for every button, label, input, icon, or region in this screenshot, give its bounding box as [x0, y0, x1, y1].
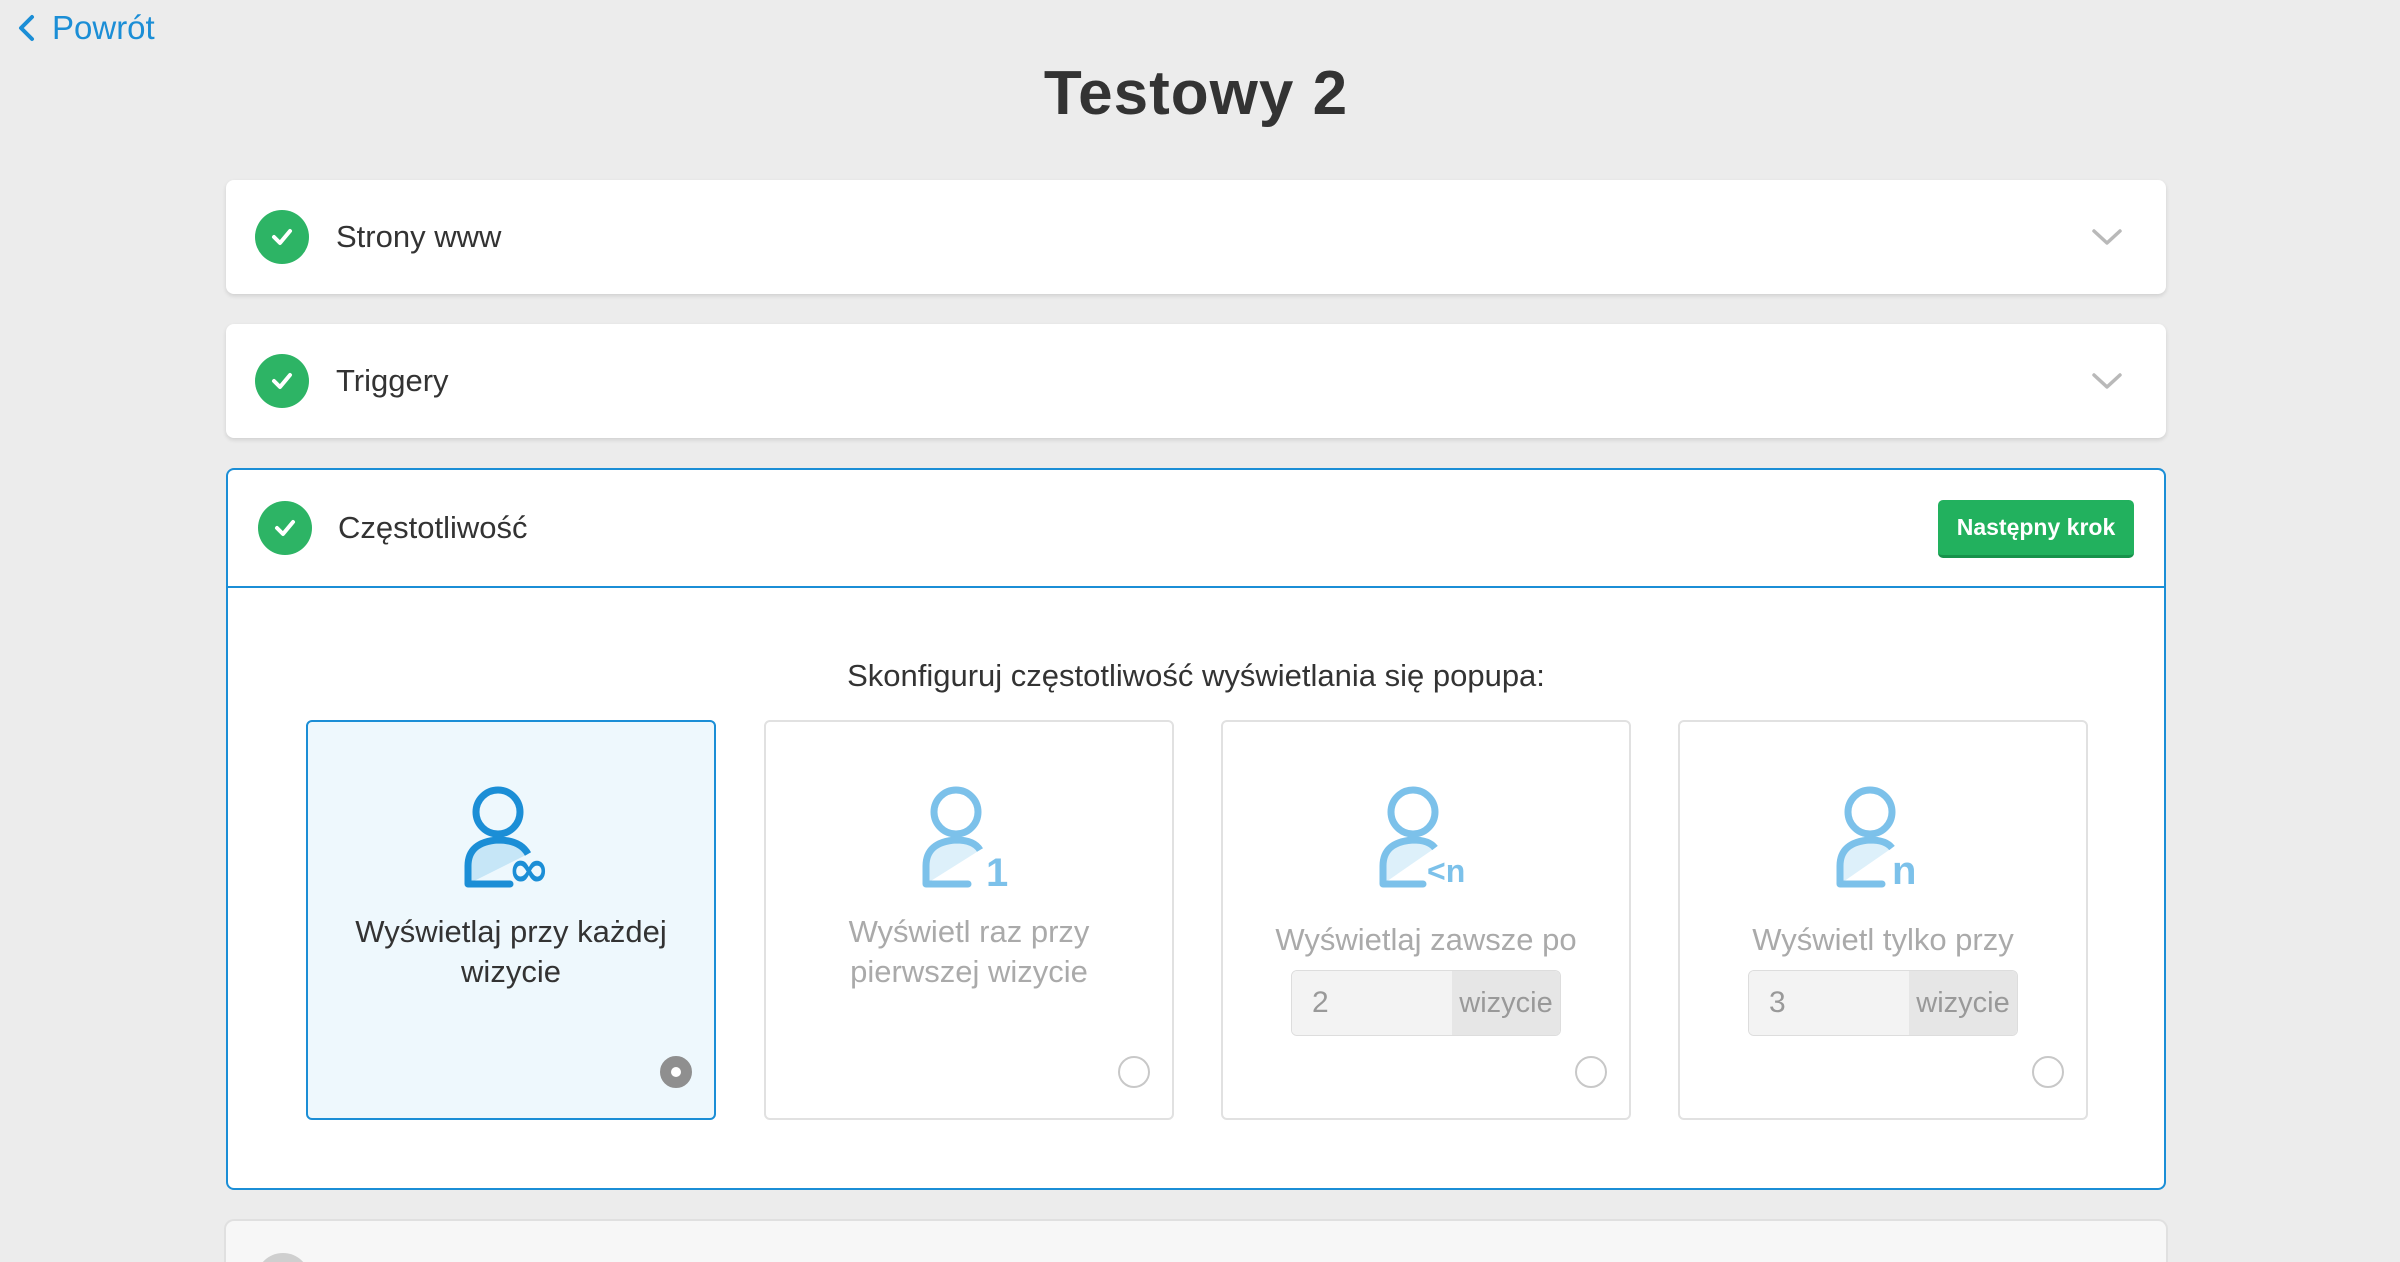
chevron-left-icon: [19, 15, 34, 41]
option-first-visit[interactable]: 1 Wyświetl raz przy pierwszej wizycie: [764, 720, 1174, 1120]
section-websites[interactable]: Strony www: [226, 180, 2166, 294]
section-triggers[interactable]: Triggery: [226, 324, 2166, 438]
section-frequency: Częstotliwość Następny krok Skonfiguruj …: [226, 468, 2166, 1190]
option-always-after[interactable]: <n Wyświetlaj zawsze po wizycie: [1221, 720, 1631, 1120]
section-header: Częstotliwość Następny krok: [228, 470, 2164, 588]
next-step-button[interactable]: Następny krok: [1938, 500, 2134, 558]
svg-text:1: 1: [986, 851, 1008, 894]
page-title: Testowy 2: [1043, 59, 1349, 128]
section-header[interactable]: Triggery: [226, 324, 2166, 438]
visit-number-input[interactable]: [1292, 971, 1452, 1035]
svg-text:∞: ∞: [508, 840, 550, 894]
back-link[interactable]: Powrót: [14, 8, 155, 48]
visit-number-group: wizycie: [1748, 970, 2018, 1036]
step-status-icon: [256, 1253, 310, 1262]
visit-number-group: wizycie: [1291, 970, 1561, 1036]
check-icon: [255, 354, 309, 408]
user-less-n-icon: <n: [1379, 786, 1465, 889]
section-next-collapsed[interactable]: [226, 1221, 2166, 1262]
option-only-at[interactable]: n Wyświetl tylko przy wizycie: [1678, 720, 2088, 1120]
option-label: Wyświetlaj przy każdej wizycie: [355, 914, 667, 989]
svg-text:n: n: [1892, 849, 1916, 893]
frequency-prompt: Skonfiguruj częstotliwość wyświetlania s…: [847, 658, 1545, 693]
svg-text:<n: <n: [1427, 853, 1465, 889]
check-icon: [255, 210, 309, 264]
radio-unselected[interactable]: [1575, 1056, 1607, 1088]
visit-unit-label: wizycie: [1909, 971, 2017, 1035]
back-label: Powrót: [52, 9, 155, 46]
visit-number-input[interactable]: [1749, 971, 1909, 1035]
chevron-down-icon[interactable]: [2090, 370, 2124, 392]
section-header[interactable]: Strony www: [226, 180, 2166, 294]
user-n-icon: n: [1836, 786, 1916, 893]
section-title: Strony www: [336, 219, 502, 254]
chevron-down-icon[interactable]: [2090, 226, 2124, 248]
radio-selected[interactable]: [660, 1056, 692, 1088]
visit-unit-label: wizycie: [1452, 971, 1560, 1035]
option-every-visit[interactable]: ∞ Wyświetlaj przy każdej wizycie: [306, 720, 716, 1120]
radio-unselected[interactable]: [2032, 1056, 2064, 1088]
user-one-icon: 1: [922, 786, 1008, 894]
option-label: Wyświetlaj zawsze po: [1275, 922, 1577, 957]
section-title: Częstotliwość: [338, 510, 528, 545]
check-icon: [258, 501, 312, 555]
radio-unselected[interactable]: [1118, 1056, 1150, 1088]
user-infinity-icon: ∞: [464, 786, 550, 894]
section-title: Triggery: [336, 363, 449, 398]
option-label: Wyświetl raz przy pierwszej wizycie: [848, 914, 1090, 989]
option-label: Wyświetl tylko przy: [1752, 922, 2014, 957]
